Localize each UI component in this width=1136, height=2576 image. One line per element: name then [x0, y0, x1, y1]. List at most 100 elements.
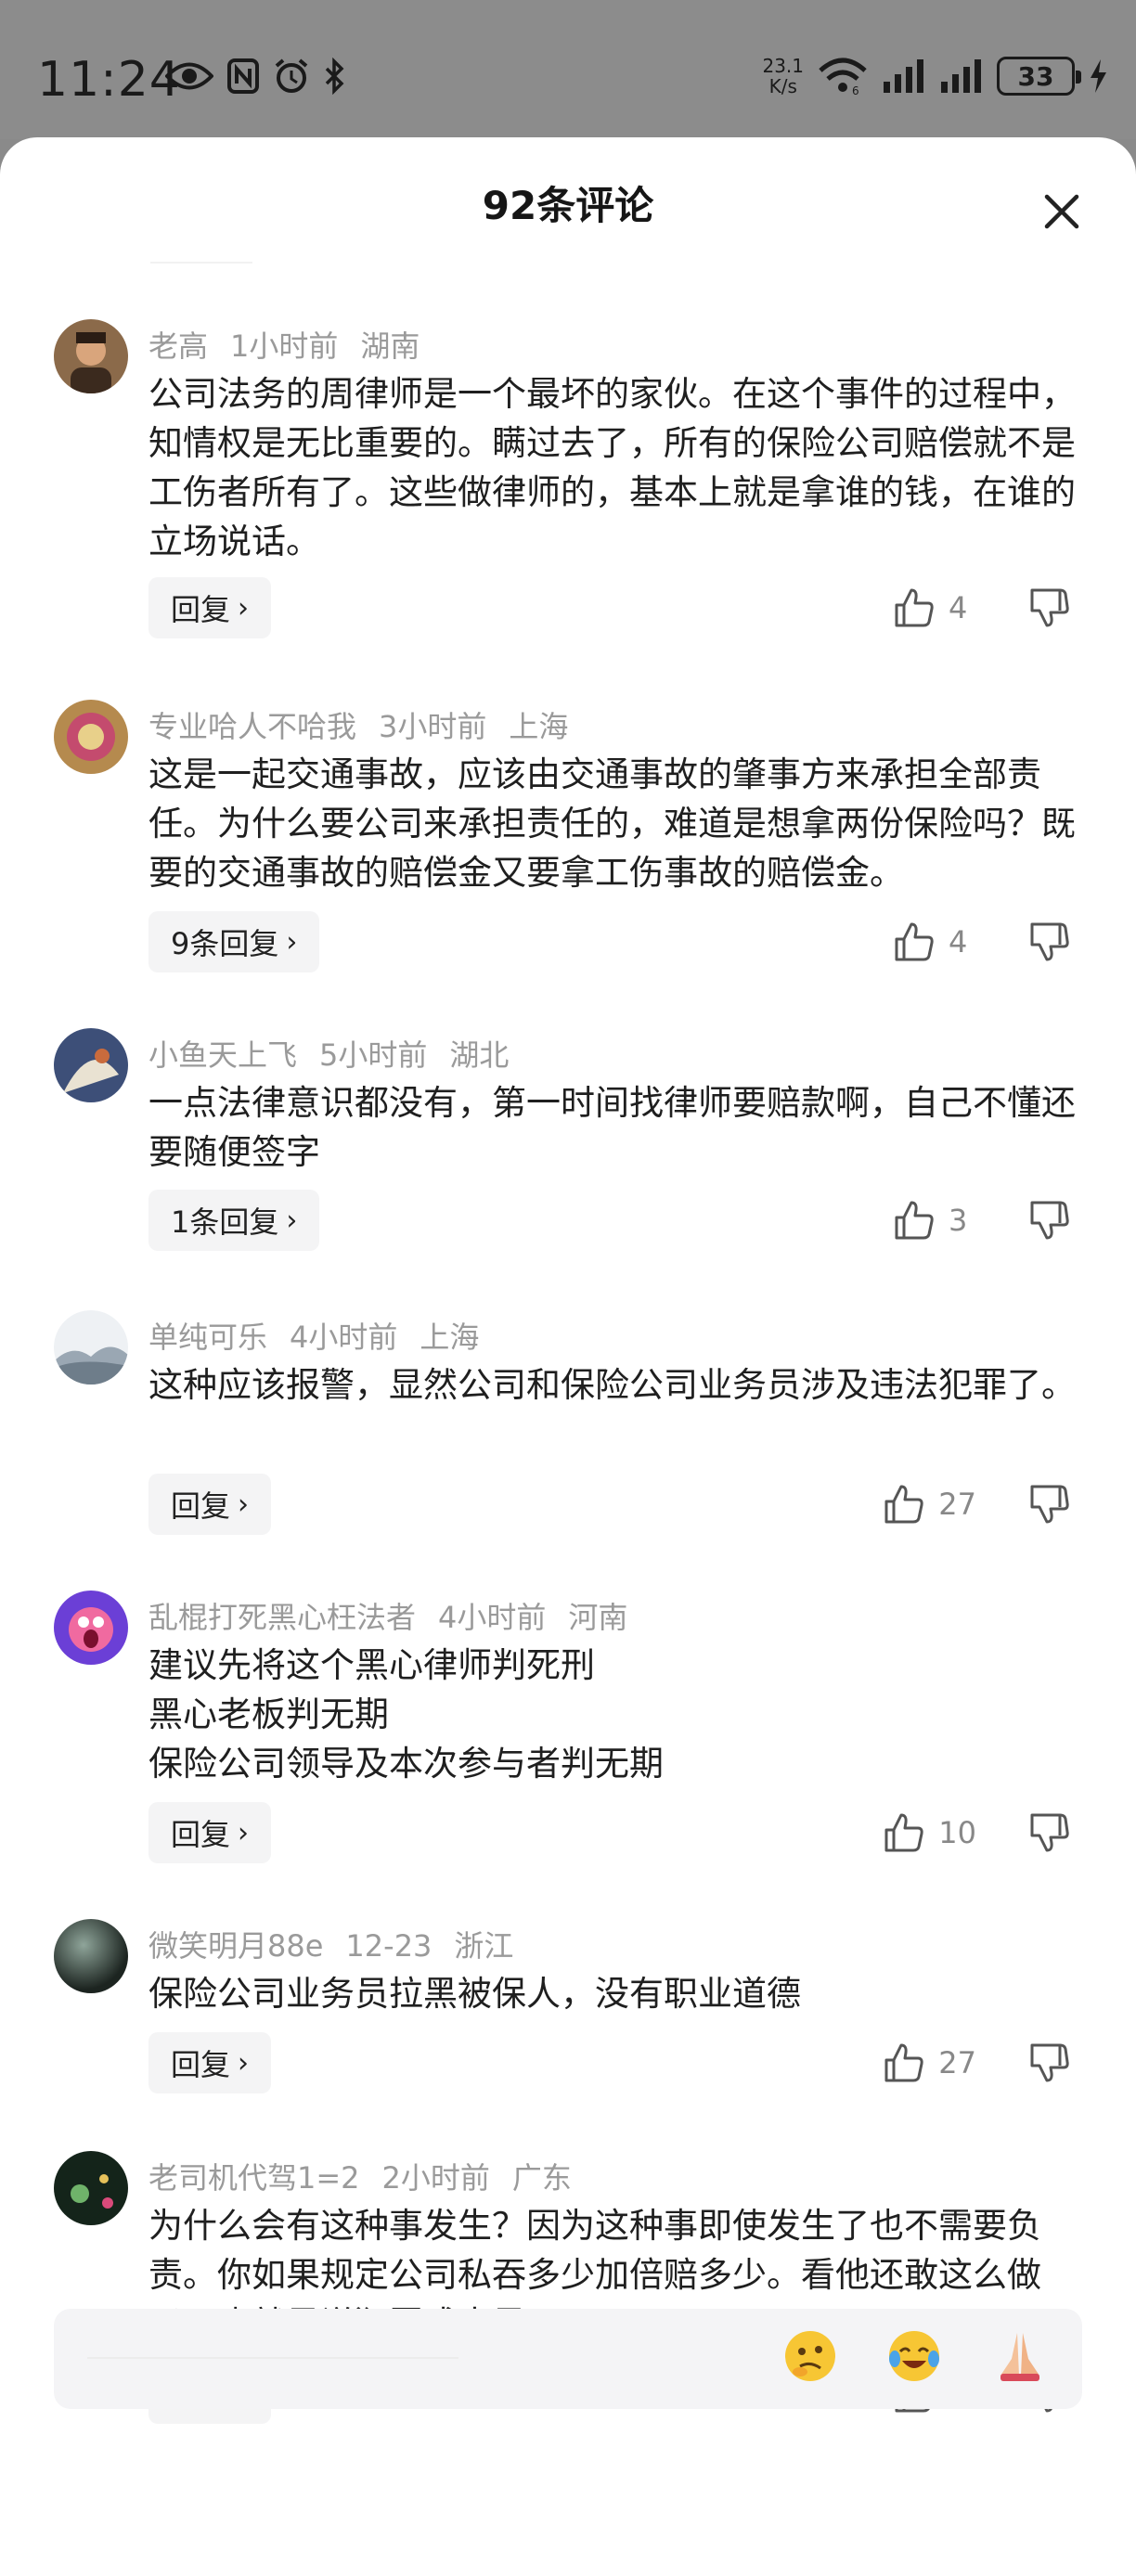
like-count: 4	[949, 590, 968, 625]
status-time: 11:24	[37, 52, 181, 108]
comment-meta: 小鱼天上飞 5小时前 湖北	[148, 1032, 531, 1075]
divider	[150, 262, 252, 264]
avatar[interactable]	[54, 319, 128, 393]
thumbs-up-icon[interactable]	[883, 1811, 925, 1854]
comment-text: 保险公司业务员拉黑被保人，没有职业道德	[148, 1974, 801, 2014]
comment-location: 上海	[509, 709, 569, 744]
thumbs-down-icon[interactable]	[1028, 1199, 1071, 1242]
chevron-right-icon: ›	[286, 925, 298, 959]
praying-hands-emoji[interactable]	[991, 2327, 1049, 2385]
reply-button[interactable]: 回复›	[148, 2032, 272, 2093]
comment-text: 这是一起交通事故，应该由交通事故的肇事方来承担全部责任。为什么要公司来承担责任的…	[148, 754, 1076, 893]
alarm-icon	[275, 58, 308, 93]
like-count: 3	[949, 1203, 968, 1238]
thumbs-up-icon[interactable]	[893, 586, 936, 629]
status-left-icons	[165, 58, 347, 95]
reply-label: 回复	[171, 1817, 231, 1852]
like-count: 27	[938, 2045, 976, 2080]
avatar[interactable]	[54, 700, 128, 774]
thumbs-up-icon[interactable]	[883, 1483, 925, 1526]
eye-icon	[165, 62, 213, 90]
comment-username[interactable]: 老司机代驾1=2	[148, 2160, 360, 2196]
crying-laughing-emoji[interactable]	[885, 2327, 943, 2385]
comment-input-bar[interactable]	[54, 2309, 1082, 2409]
avatar[interactable]	[54, 1919, 128, 1993]
thumbs-up-icon[interactable]	[883, 2041, 925, 2084]
like-group: 27	[883, 2032, 1071, 2093]
comment-username[interactable]: 专业哈人不哈我	[148, 709, 356, 744]
wifi-icon: 6	[819, 58, 867, 97]
close-icon[interactable]	[1039, 189, 1084, 234]
reply-button[interactable]: 回复›	[148, 1802, 272, 1863]
comment-username[interactable]: 单纯可乐	[148, 1320, 267, 1355]
sheet-title: 92条评论	[482, 183, 654, 228]
chevron-right-icon: ›	[238, 1816, 250, 1849]
comment-text: 一点法律意识都没有，第一时间找律师要赔款啊，自己不懂还要随便签字	[148, 1083, 1076, 1172]
comment-time: 5小时前	[319, 1037, 428, 1073]
comment-location: 广东	[511, 2160, 572, 2196]
thumbs-down-icon[interactable]	[1028, 1483, 1071, 1526]
reply-button[interactable]: 回复›	[148, 1474, 272, 1535]
comment-time: 3小时前	[379, 709, 487, 744]
comment-username[interactable]: 乱棍打死黑心枉法者	[148, 1600, 416, 1635]
comment-time: 1小时前	[230, 328, 339, 364]
signal-icon-2	[941, 59, 981, 93]
reply-button[interactable]: 9条回复 ›	[148, 911, 320, 972]
comment-location: 上海	[420, 1320, 480, 1355]
like-count: 27	[938, 1487, 976, 1522]
net-speed-value: 23.1	[762, 55, 804, 77]
comment-meta: 专业哈人不哈我 3小时前 上海	[148, 703, 590, 746]
reply-button[interactable]: 1条回复 ›	[148, 1190, 320, 1251]
like-count: 10	[938, 1815, 976, 1850]
reply-label: 回复	[171, 1488, 231, 1524]
like-group: 4	[893, 577, 1071, 638]
charging-icon	[1091, 59, 1106, 93]
comment-meta: 乱棍打死黑心枉法者 4小时前 河南	[148, 1594, 650, 1637]
comment-meta: 老高 1小时前 湖南	[148, 323, 442, 366]
comment-meta: 微笑明月88e 12-23 浙江	[148, 1923, 536, 1965]
reply-label: 回复	[171, 2047, 231, 2082]
comment-text: 这种应该报警，显然公司和保险公司业务员涉及违法犯罪了。	[148, 1365, 1076, 1405]
comment-location: 湖南	[360, 328, 420, 364]
avatar[interactable]	[54, 1591, 128, 1665]
comment-location: 河南	[568, 1600, 628, 1635]
comment-text-line: 建议先将这个黑心律师判死刑	[148, 1645, 595, 1685]
nfc-icon	[227, 58, 259, 94]
comment-time: 12-23	[345, 1928, 432, 1964]
signal-icon-1	[884, 59, 923, 93]
comment-time: 2小时前	[381, 2160, 490, 2196]
chevron-right-icon: ›	[238, 2046, 250, 2080]
reply-button[interactable]: 回复›	[148, 577, 272, 638]
thumbs-down-icon[interactable]	[1028, 1811, 1071, 1854]
bluetooth-icon	[325, 58, 344, 95]
comment-time: 4小时前	[290, 1320, 398, 1355]
comment-location: 浙江	[454, 1928, 514, 1964]
comment-input[interactable]	[87, 2357, 458, 2359]
comment-username[interactable]: 老高	[148, 328, 208, 364]
thinking-face-emoji[interactable]	[781, 2327, 839, 2385]
thumbs-up-icon[interactable]	[893, 1199, 936, 1242]
battery-indicator: 33	[997, 57, 1081, 96]
thumbs-down-icon[interactable]	[1028, 921, 1071, 963]
avatar[interactable]	[54, 1310, 128, 1385]
comment-text-line: 保险公司领导及本次参与者判无期	[148, 1744, 664, 1784]
comment-username[interactable]: 小鱼天上飞	[148, 1037, 297, 1073]
net-speed-unit: K/s	[768, 75, 797, 97]
reply-label: 1条回复	[171, 1204, 279, 1240]
like-group: 4	[893, 911, 1071, 972]
comment-username[interactable]: 微笑明月88e	[148, 1928, 323, 1964]
reply-label: 9条回复	[171, 926, 279, 961]
battery-level: 33	[1017, 60, 1054, 92]
avatar[interactable]	[54, 2151, 128, 2225]
chevron-right-icon: ›	[238, 1488, 250, 1521]
comment-meta: 老司机代驾1=2 2小时前 广东	[148, 2155, 594, 2197]
thumbs-up-icon[interactable]	[893, 921, 936, 963]
avatar[interactable]	[54, 1028, 128, 1102]
comment-time: 4小时前	[438, 1600, 547, 1635]
thumbs-down-icon[interactable]	[1028, 2041, 1071, 2084]
comment-location: 湖北	[449, 1037, 510, 1073]
chevron-right-icon: ›	[286, 1204, 298, 1237]
thumbs-down-icon[interactable]	[1028, 586, 1071, 629]
comment-text: 公司法务的周律师是一个最坏的家伙。在这个事件的过程中，知情权是无比重要的。瞒过去…	[148, 374, 1076, 561]
net-speed: 23.1 K/s	[762, 56, 804, 97]
